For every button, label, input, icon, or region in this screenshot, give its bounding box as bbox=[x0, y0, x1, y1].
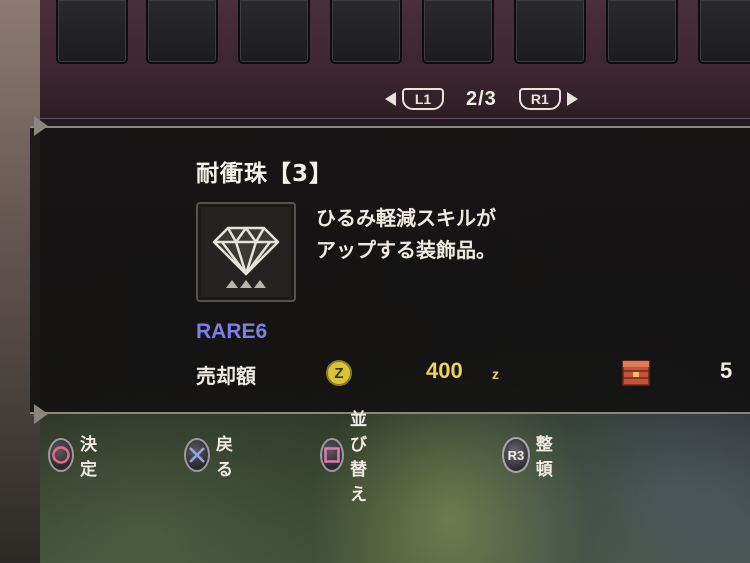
item-detail-panel: 耐衝珠【3】 ひるみ軽減スキルが アップする装飾品。 RARE6 売却額 Z 4… bbox=[30, 116, 750, 424]
decoration-slot[interactable] bbox=[146, 0, 218, 64]
decoration-slot[interactable] bbox=[330, 0, 402, 64]
description-line: アップする装飾品。 bbox=[316, 238, 496, 262]
owned-count: 5 bbox=[720, 358, 733, 383]
circle-button-icon bbox=[48, 438, 75, 472]
page-indicator: 2/3 bbox=[466, 87, 497, 110]
item-rarity: RARE6 bbox=[196, 320, 268, 343]
zenny-icon: Z bbox=[326, 360, 352, 386]
square-button-icon bbox=[320, 438, 344, 472]
decoration-slot[interactable] bbox=[514, 0, 586, 64]
organize-prompt[interactable]: R3 整頓 bbox=[502, 435, 561, 480]
cross-button-icon bbox=[184, 438, 211, 472]
sort-prompt[interactable]: 並び替え bbox=[320, 410, 377, 505]
description-line: ひるみ軽減スキルが bbox=[316, 206, 496, 230]
back-prompt[interactable]: 戻る bbox=[184, 435, 241, 480]
sell-price-unit: z bbox=[492, 366, 499, 382]
item-name: 耐衝珠【3】 bbox=[196, 161, 334, 187]
back-label: 戻る bbox=[216, 435, 234, 480]
organize-label: 整頓 bbox=[535, 435, 553, 480]
decoration-slot[interactable] bbox=[238, 0, 310, 64]
page-left-arrow-icon[interactable] bbox=[385, 92, 396, 106]
item-box-icon bbox=[622, 360, 650, 386]
r1-button[interactable]: R1 bbox=[518, 88, 561, 110]
sort-label: 並び替え bbox=[350, 410, 367, 505]
jewel-decoration-icon bbox=[212, 226, 280, 288]
decoration-slot[interactable] bbox=[606, 0, 678, 64]
confirm-prompt[interactable]: 決定 bbox=[48, 435, 105, 480]
page-selector: L1 2/3 R1 bbox=[385, 86, 578, 112]
page-right-arrow-icon[interactable] bbox=[566, 92, 578, 106]
item-icon-frame bbox=[196, 202, 296, 302]
item-description: ひるみ軽減スキルが アップする装飾品。 bbox=[316, 202, 496, 266]
panel-corner-arrow-icon bbox=[34, 404, 48, 424]
confirm-label: 決定 bbox=[80, 435, 98, 480]
panel-corner-arrow-icon bbox=[34, 116, 48, 136]
sell-price-value: 400 bbox=[426, 358, 463, 383]
sell-price-label: 売却額 bbox=[196, 364, 256, 388]
decoration-slot[interactable] bbox=[56, 0, 128, 64]
decoration-slot[interactable] bbox=[698, 0, 750, 64]
decoration-slot[interactable] bbox=[422, 0, 494, 64]
l1-button[interactable]: L1 bbox=[402, 88, 444, 110]
r3-button-icon: R3 bbox=[502, 437, 530, 473]
